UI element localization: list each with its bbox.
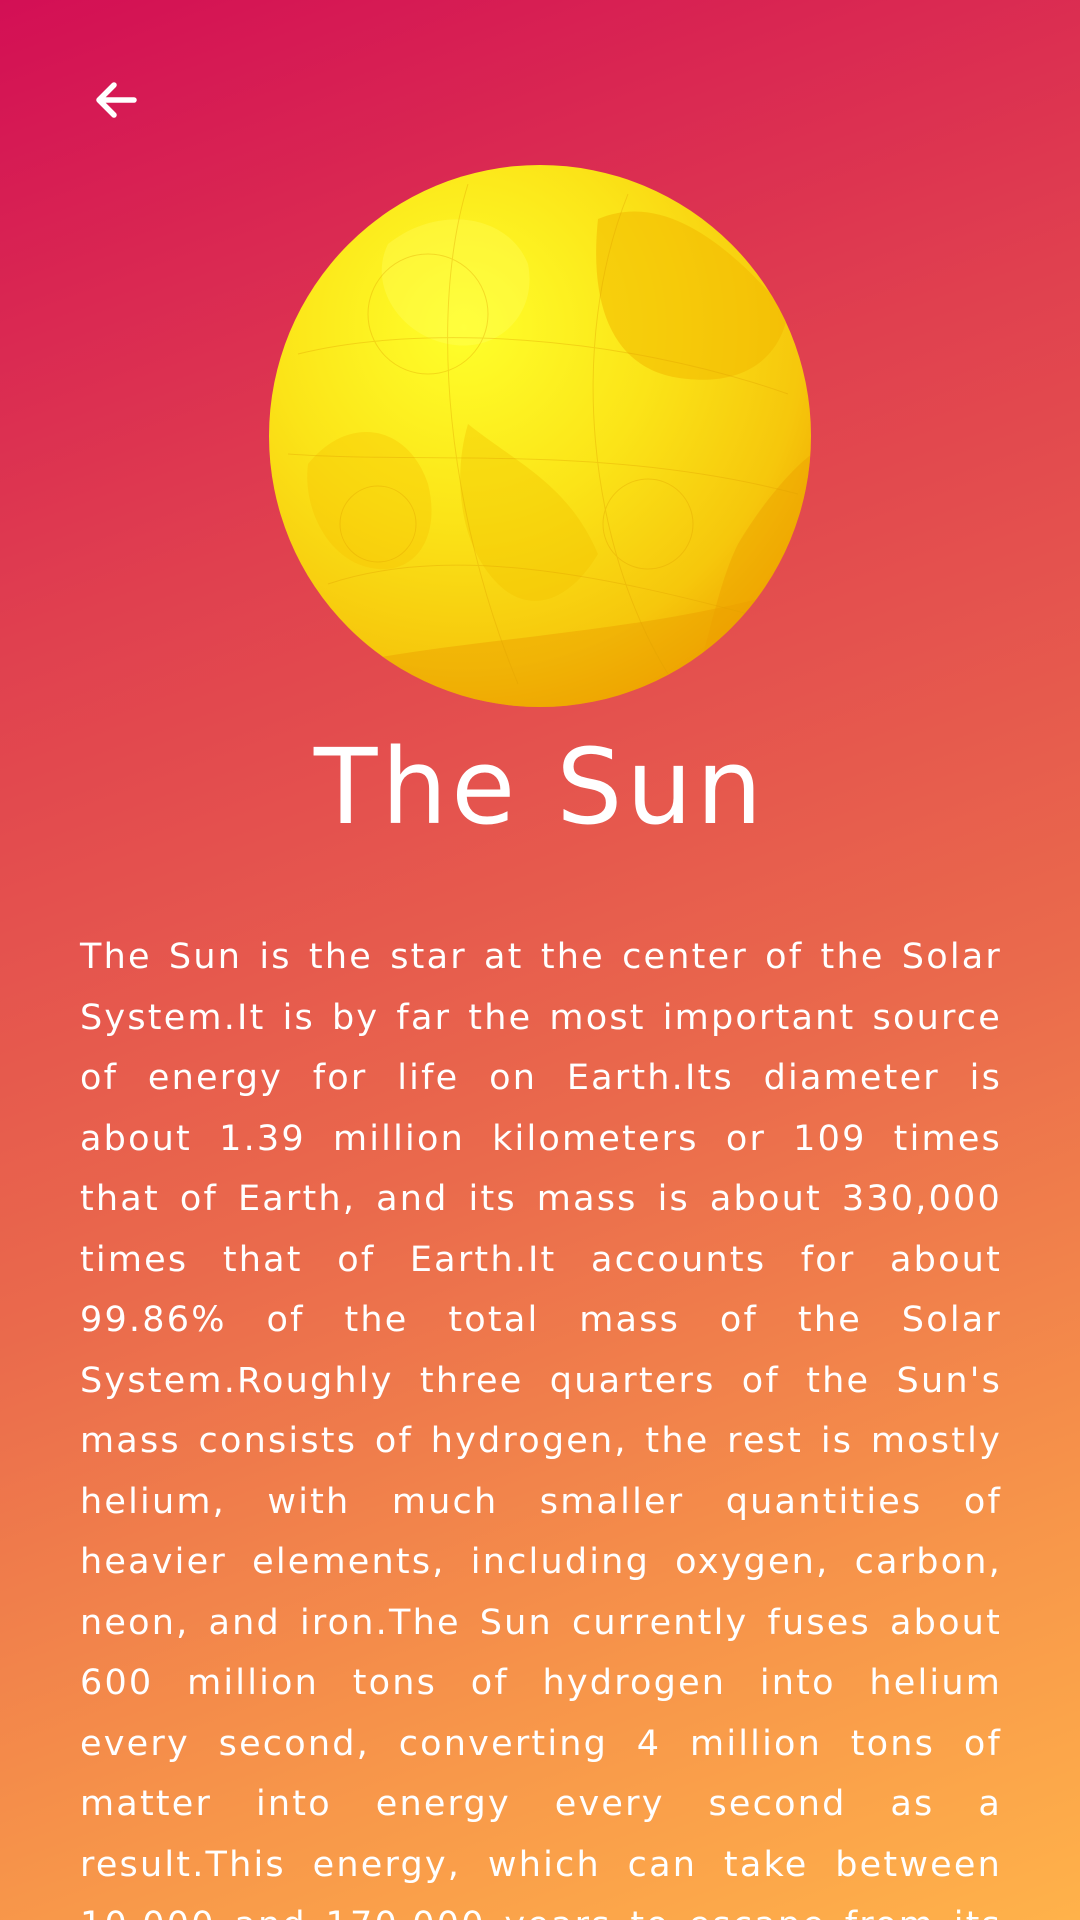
arrow-left-icon [92, 76, 140, 124]
sun-illustration [268, 164, 812, 708]
planet-description: The Sun is the star at the center of the… [80, 937, 1002, 1920]
back-button[interactable] [72, 56, 160, 144]
planet-detail-screen: The Sun The Sun is the star at the cente… [0, 0, 1080, 1920]
planet-title: The Sun [313, 726, 767, 848]
